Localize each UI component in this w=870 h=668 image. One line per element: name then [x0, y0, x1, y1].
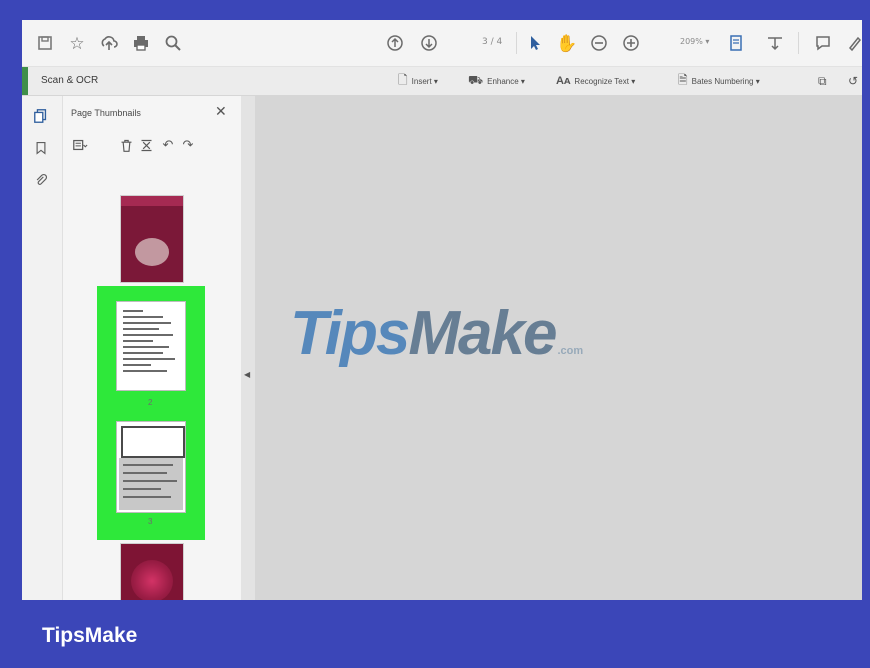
thumbnail-list: 2 3 [63, 172, 241, 600]
select-cursor-icon[interactable] [524, 32, 546, 54]
hand-tool-icon[interactable]: ✋ [556, 32, 578, 54]
page-up-icon[interactable] [384, 32, 406, 54]
panel-title: Page Thumbnails [71, 108, 141, 118]
tool-accent-bar [22, 67, 28, 95]
left-navigation-rail [22, 96, 63, 600]
page-thumbnail-3[interactable] [117, 422, 185, 512]
text-line [123, 334, 173, 336]
bates-numbering-icon: 🗎 [678, 72, 688, 87]
scroll-mode-icon[interactable] [764, 32, 786, 54]
text-line [123, 472, 167, 474]
page-number-label: 3 [148, 517, 153, 526]
rotate-counterclockwise-icon[interactable]: ↶ [159, 136, 177, 154]
text-line [123, 364, 151, 366]
search-icon[interactable] [162, 32, 184, 54]
text-line [123, 352, 163, 354]
enhance-button[interactable]: ⛟ Enhance ▾ [468, 71, 525, 91]
text-line [123, 488, 161, 490]
comment-icon[interactable] [812, 32, 834, 54]
text-line [123, 464, 173, 466]
rotate-icon: ↺ [848, 74, 859, 88]
text-line [123, 346, 169, 348]
footer-brand: TipsMake [42, 624, 138, 647]
page-indicator[interactable]: 3 / 4 [482, 37, 502, 47]
tool-name: Scan & OCR [41, 75, 99, 86]
rotate-tool-button[interactable]: ↺ [848, 71, 858, 91]
bates-numbering-button[interactable]: 🗎 Bates Numbering ▾ [678, 71, 760, 91]
watermark-com: .com [557, 345, 584, 357]
attachments-paperclip-icon[interactable] [31, 170, 51, 190]
toolbar-divider [798, 32, 799, 54]
page-thumbnail-4[interactable] [121, 544, 183, 600]
insert-page-icon: 🗋 [398, 72, 408, 87]
print-icon[interactable] [130, 32, 152, 54]
rotate-clockwise-icon[interactable]: ↷ [179, 136, 197, 154]
thumbnail-header-band [121, 196, 183, 206]
text-line [123, 328, 159, 330]
zoom-in-icon[interactable] [620, 32, 642, 54]
tipsmake-watermark: TipsMake .com [290, 298, 610, 368]
export-pages-icon: ⧉ [818, 73, 827, 88]
text-line [123, 370, 167, 372]
enhance-label: Enhance ▾ [487, 76, 525, 86]
recognize-label: Recognize Text ▾ [574, 76, 636, 86]
insert-button[interactable]: 🗋 Insert ▾ [398, 71, 438, 91]
recognize-text-button[interactable]: Aᴀ Recognize Text ▾ [556, 71, 635, 91]
thumbnail-drum-image [135, 238, 169, 266]
sign-pen-icon[interactable] [844, 32, 862, 54]
zoom-level-dropdown[interactable]: 209% ▾ [680, 37, 709, 46]
save-icon[interactable] [34, 32, 56, 54]
page-down-icon[interactable] [418, 32, 440, 54]
toolbar-divider [516, 32, 517, 54]
watermark-tips: Tips [290, 299, 410, 368]
recognize-text-icon: Aᴀ [556, 75, 571, 87]
thumbnail-title-box [121, 426, 185, 458]
page-thumbnails-panel: Page Thumbnails ✕ ↶ ↷ 2 3 [63, 96, 241, 600]
delete-page-icon[interactable] [117, 136, 135, 154]
bookmark-star-icon[interactable]: ☆ [66, 32, 88, 54]
page-thumbnails-icon[interactable] [31, 106, 51, 126]
panel-resize-divider[interactable] [241, 96, 255, 600]
upload-cloud-icon[interactable] [98, 32, 120, 54]
text-line [123, 480, 177, 482]
text-line [123, 310, 143, 312]
collapse-panel-arrow-icon[interactable]: ◀ [244, 370, 250, 379]
extract-pages-icon[interactable] [137, 136, 155, 154]
text-line [123, 316, 163, 318]
bates-label: Bates Numbering ▾ [691, 76, 760, 86]
page-thumbnail-1[interactable] [121, 196, 183, 282]
zoom-out-icon[interactable] [588, 32, 610, 54]
scan-ocr-toolbar: Scan & OCR 🗋 Insert ▾ ⛟ Enhance ▾ Aᴀ Rec… [22, 67, 862, 96]
text-line [123, 496, 171, 498]
insert-label: Insert ▾ [411, 76, 438, 86]
watermark-make: Make [408, 299, 557, 368]
text-line [123, 358, 175, 360]
page-number-label: 2 [148, 398, 153, 407]
more-tools-button[interactable]: ⧉ [818, 71, 827, 91]
close-icon[interactable]: ✕ [215, 103, 227, 120]
page-thumbnail-2[interactable] [117, 302, 185, 390]
bookmarks-icon[interactable] [31, 138, 51, 158]
enhance-scanner-icon: ⛟ [468, 73, 484, 87]
fit-page-icon[interactable] [726, 32, 748, 54]
text-line [123, 340, 153, 342]
thumbnail-burst-graphic [131, 560, 173, 600]
text-line [123, 322, 171, 324]
thumbnail-options-icon[interactable] [71, 136, 89, 154]
main-toolbar: ☆ 3 / 4 ✋ 209% ▾ [22, 20, 862, 67]
